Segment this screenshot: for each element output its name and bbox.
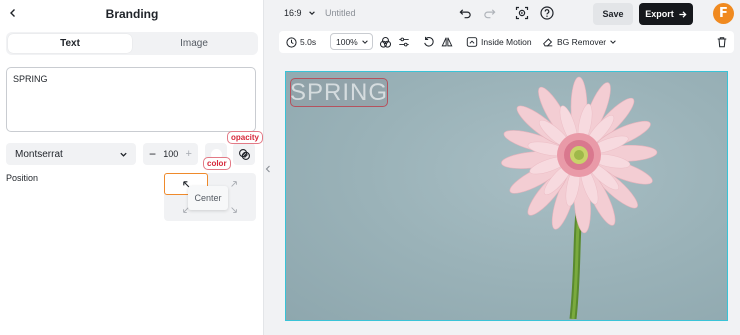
panel-header: Branding [0, 0, 264, 28]
font-size-value: 100 [163, 149, 179, 159]
arrow-right-icon [679, 10, 687, 18]
font-select-value: Montserrat [15, 148, 63, 160]
opacity-button[interactable] [233, 143, 255, 165]
sliders-icon [399, 37, 409, 47]
trash-icon [717, 37, 727, 48]
branding-panel: Branding Text Image Montserrat − 100 + o… [0, 0, 264, 335]
aspect-ratio-select[interactable]: 16:9 [284, 8, 316, 18]
preview-icon [515, 6, 529, 20]
zoom-select[interactable]: 100% [330, 33, 373, 50]
font-size-stepper[interactable]: − 100 + [143, 143, 198, 165]
bg-remover-label: BG Remover [557, 37, 607, 47]
chevron-down-icon [361, 39, 368, 44]
tab-image[interactable]: Image [132, 34, 256, 53]
decrease-size-button[interactable]: − [149, 147, 156, 161]
filter-icon [379, 36, 392, 48]
export-button[interactable]: Export [639, 3, 693, 25]
help-button[interactable] [539, 5, 555, 21]
delete-button[interactable] [716, 31, 728, 53]
panel-title: Branding [105, 7, 159, 21]
inside-motion-button[interactable]: Inside Motion [466, 31, 532, 53]
redo-button[interactable] [481, 5, 497, 21]
chevron-left-small-icon [265, 165, 270, 173]
collapse-panel-handle[interactable] [264, 158, 272, 180]
chevron-down-icon [120, 152, 127, 157]
aspect-ratio-value: 16:9 [284, 8, 302, 18]
rotate-icon [424, 36, 434, 47]
editor-toolbar: 5.0s 100% Inside Motion BG Remover [279, 31, 734, 53]
font-select[interactable]: Montserrat [6, 143, 136, 165]
zoom-value: 100% [336, 36, 358, 47]
opacity-annotation: opacity [227, 131, 264, 144]
save-button[interactable]: Save [593, 3, 633, 25]
eraser-icon [543, 38, 553, 47]
document-title[interactable]: Untitled [325, 8, 356, 18]
tab-text[interactable]: Text [8, 34, 132, 53]
increase-size-button[interactable]: + [186, 148, 192, 160]
position-label: Position [6, 173, 39, 183]
app-logo[interactable]: F [713, 3, 734, 24]
flip-icon [441, 37, 453, 47]
top-bar: 16:9 Untitled Save Export F [265, 0, 740, 28]
video-canvas[interactable]: SPRING [285, 71, 728, 321]
adjust-button[interactable] [398, 31, 410, 53]
help-icon [540, 6, 554, 20]
text-overlay-content: SPRING [290, 78, 389, 106]
motion-icon [466, 37, 478, 47]
clock-icon [286, 36, 297, 48]
export-label: Export [645, 9, 674, 19]
chevron-down-icon [308, 11, 315, 15]
bg-remover-button[interactable]: BG Remover [542, 31, 617, 53]
color-annotation: color [203, 157, 231, 170]
flip-button[interactable] [441, 31, 453, 53]
arrow-down-right-icon [231, 207, 237, 213]
redo-icon [483, 8, 495, 18]
filter-button[interactable] [379, 31, 392, 53]
inside-motion-label: Inside Motion [481, 37, 532, 47]
opacity-icon [238, 148, 250, 160]
tab-bar: Text Image [6, 32, 258, 55]
duration-button[interactable]: 5.0s [286, 31, 316, 53]
text-input[interactable] [6, 67, 256, 132]
arrow-up-right-icon [231, 181, 237, 187]
preview-button[interactable] [514, 5, 530, 21]
chevron-down-icon [610, 40, 616, 44]
rotate-button[interactable] [423, 31, 435, 53]
position-center[interactable]: Center [188, 186, 228, 210]
text-overlay[interactable]: SPRING [290, 78, 388, 107]
undo-icon [459, 8, 471, 18]
undo-button[interactable] [457, 5, 473, 21]
duration-value: 5.0s [300, 37, 317, 47]
gerbera-flower-image [501, 76, 658, 319]
